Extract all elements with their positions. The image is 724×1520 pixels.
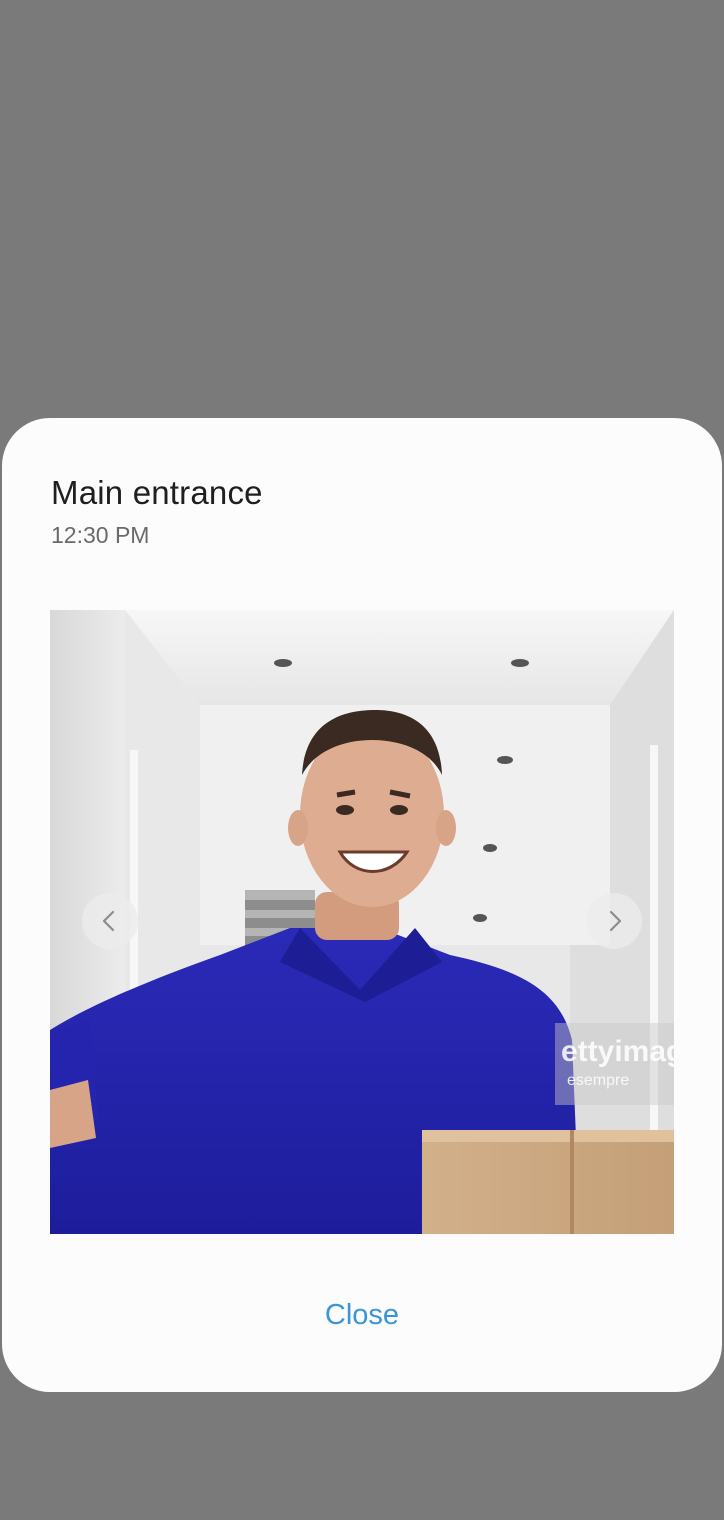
close-button[interactable]: Close <box>262 1290 462 1340</box>
next-snapshot-button[interactable] <box>586 893 642 949</box>
chevron-right-icon <box>609 910 622 932</box>
camera-snapshot-dialog: Main entrance 12:30 PM ettyimag esempre … <box>2 418 722 1392</box>
watermark: ettyimag esempre <box>555 1023 674 1105</box>
watermark-text: ettyimag <box>561 1035 674 1068</box>
snapshot-time: 12:30 PM <box>51 522 150 548</box>
camera-snapshot-image: ettyimag esempre <box>50 610 674 1234</box>
dialog-title: Main entrance <box>51 474 263 511</box>
watermark-subtext: esempre <box>567 1072 630 1089</box>
previous-snapshot-button[interactable] <box>82 893 138 949</box>
chevron-left-icon <box>102 910 115 932</box>
screen: Main entrance 12:30 PM ettyimag esempre … <box>0 0 724 1520</box>
snapshot-illustration <box>50 610 674 1234</box>
